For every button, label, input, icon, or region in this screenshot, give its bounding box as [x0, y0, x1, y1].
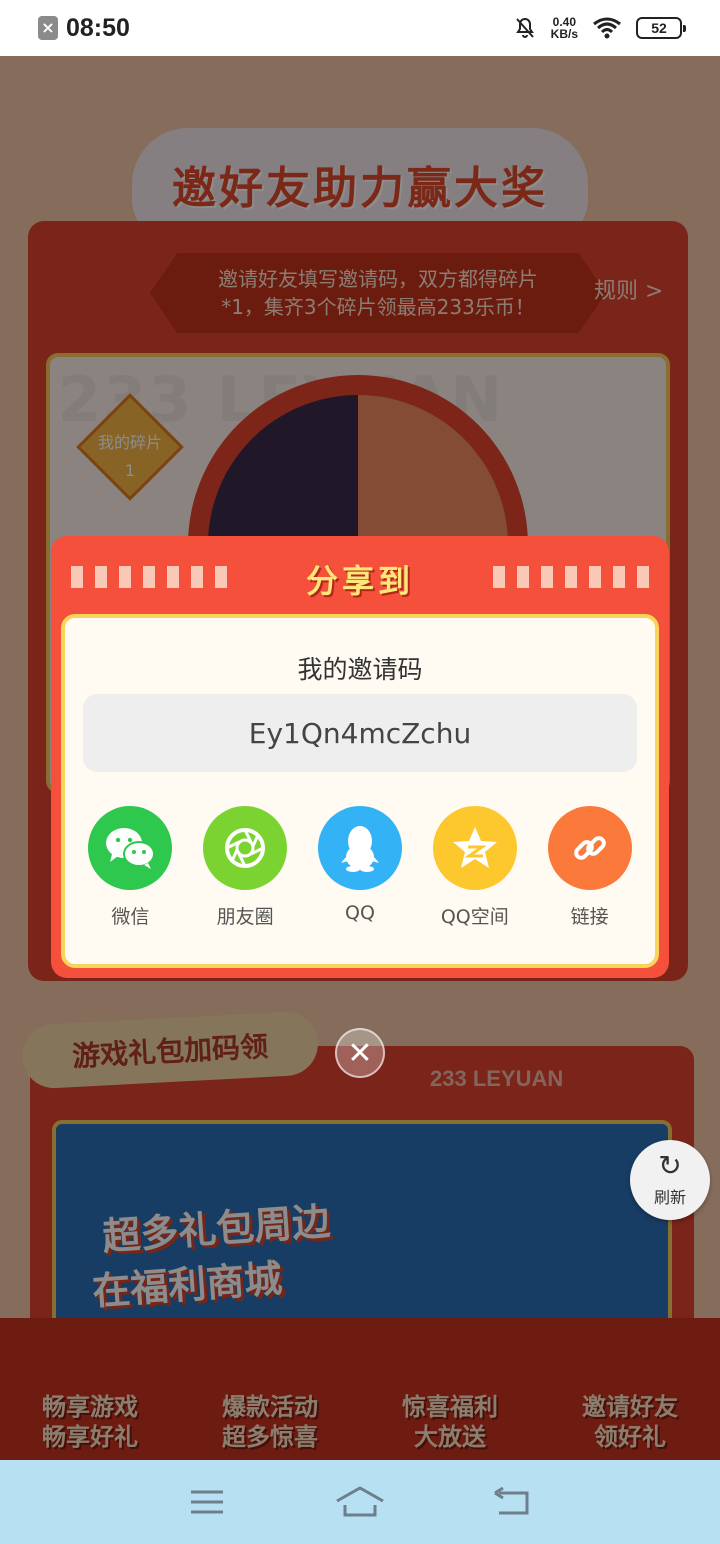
- share-label: 链接: [570, 906, 609, 928]
- system-nav-bar: [0, 1460, 720, 1544]
- status-bar: × 08:50 0.40 KB/s 52: [0, 0, 720, 56]
- share-dialog-title: 分享到: [305, 562, 414, 600]
- share-label: QQ: [345, 902, 375, 924]
- qzone-icon: [432, 806, 517, 890]
- share-targets: 微信 朋友圈 QQ QQ空间 链接: [65, 806, 655, 929]
- home-icon: [336, 1486, 384, 1517]
- share-label: 朋友圈: [216, 906, 274, 928]
- invite-code-field[interactable]: Ey1Qn4mcZchu: [83, 694, 637, 772]
- notification-close-icon: ×: [38, 16, 58, 40]
- share-qzone[interactable]: QQ空间: [425, 806, 525, 929]
- back-button[interactable]: [483, 1482, 543, 1522]
- refresh-button[interactable]: ↻ 刷新: [630, 1140, 710, 1220]
- battery-indicator: 52: [636, 17, 686, 39]
- status-time: 08:50: [66, 13, 130, 42]
- share-link[interactable]: 链接: [540, 806, 640, 929]
- wechat-icon: [88, 806, 173, 890]
- qq-icon: [317, 806, 402, 890]
- moments-icon: [203, 806, 288, 890]
- link-icon: [547, 806, 632, 890]
- wifi-icon: [593, 17, 621, 39]
- invite-code-label: 我的邀请码: [297, 655, 423, 684]
- share-dialog-body: 我的邀请码 Ey1Qn4mcZchu 微信 朋友圈 QQ QQ空间 链接: [61, 614, 659, 968]
- status-indicators: 0.40 KB/s 52: [513, 15, 686, 41]
- share-moments[interactable]: 朋友圈: [195, 806, 295, 929]
- refresh-icon: ↻: [658, 1149, 682, 1182]
- close-dialog-button[interactable]: ✕: [335, 1028, 385, 1078]
- share-qq[interactable]: QQ: [310, 806, 410, 929]
- refresh-label: 刷新: [653, 1188, 686, 1207]
- menu-icon: [190, 1490, 223, 1514]
- menu-button[interactable]: [177, 1482, 237, 1522]
- share-wechat[interactable]: 微信: [80, 806, 180, 929]
- share-label: 微信: [111, 906, 150, 928]
- mute-bell-icon: [515, 17, 534, 38]
- home-button[interactable]: [330, 1482, 390, 1522]
- share-dialog: 分享到 我的邀请码 Ey1Qn4mcZchu 微信 朋友圈 QQ QQ空间 链接: [51, 536, 669, 978]
- close-icon: ✕: [347, 1035, 373, 1071]
- back-icon: [494, 1487, 529, 1515]
- network-speed: 0.40 KB/s: [550, 15, 578, 41]
- share-label: QQ空间: [440, 906, 509, 928]
